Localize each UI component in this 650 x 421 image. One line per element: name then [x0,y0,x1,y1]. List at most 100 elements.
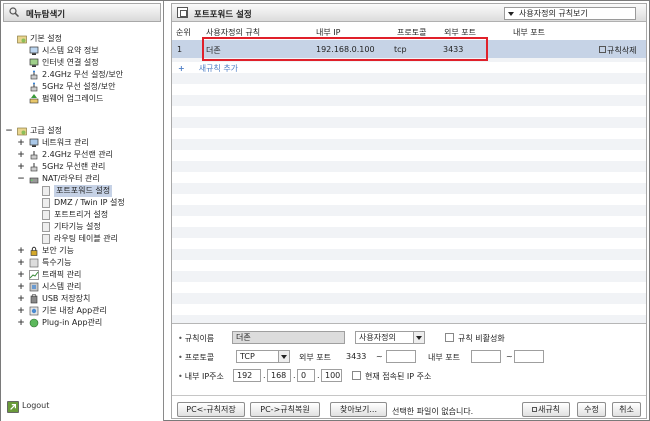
chevron-down-icon [278,351,289,362]
add-rule-link[interactable]: + 새규칙 추가 [178,63,238,74]
int-port-label: 내부 포트 [428,353,460,362]
ip-octet-4[interactable]: 100 [321,369,342,382]
menu-label: 기본 내장 App관리 [42,306,107,315]
ext-port-from-input[interactable]: 3433 [342,350,372,363]
expand-icon[interactable]: + [17,317,25,329]
current-ip-label: 현재 접속된 IP 주소 [365,372,432,381]
expand-icon[interactable]: + [17,269,25,281]
ip-octet-value: 100 [325,371,341,380]
network-icon [29,58,39,67]
page-icon [42,198,50,208]
menu-system-summary[interactable]: 시스템 요약 정보 [29,45,99,57]
expand-icon[interactable]: + [17,305,25,317]
int-port-to-input[interactable] [514,350,544,363]
cell-rank: 1 [177,45,183,54]
expand-icon[interactable]: + [17,245,25,257]
menu-wlan-5-mgmt[interactable]: +5GHz 무선랜 관리 [17,161,105,173]
ext-port-to-input[interactable] [386,350,416,363]
table-header: 순위 사용자정의 규칙 내부 IP 프로토콜 외부 포트 내부 포트 [172,24,646,38]
delete-rule-label: 규칙삭제 [607,46,637,55]
menu-misc[interactable]: 기타기능 설정 [41,221,101,233]
disable-rule-checkbox[interactable] [445,333,454,342]
view-rule-select[interactable]: 사용자정의 규칙보기 [504,7,636,20]
menu-dmz[interactable]: DMZ / Twin IP 설정 [41,197,125,209]
collapse-icon[interactable]: − [17,173,25,185]
expand-icon[interactable]: + [17,137,25,149]
page-title: 포트포워드 설정 [194,10,252,20]
menu-network-mgmt[interactable]: + 네트워크 관리 [17,137,88,149]
browse-button[interactable]: 찾아보기... [330,402,387,417]
ip-octet-2[interactable]: 168 [267,369,291,382]
main-header: 포트포워드 설정 사용자정의 규칙보기 [172,4,646,22]
menu-wlan-24-mgmt[interactable]: +2.4GHz 무선랜 관리 [17,149,113,161]
menu-wireless-24[interactable]: 2.4GHz 무선 설정/보안 [29,69,123,81]
menu-basic-settings[interactable]: 기본 설정 [17,33,62,45]
logout-link[interactable]: Logout [7,401,49,413]
menu-usb[interactable]: + USB 저장장치 [17,293,90,305]
rule-type-select[interactable]: 사용자정의 [355,331,425,344]
expand-icon[interactable]: + [17,293,25,305]
new-rule-button[interactable]: 새규칙 [522,402,570,417]
menu-security[interactable]: + 보안 기능 [17,245,74,257]
app-window: 메뉴탐색기 기본 설정 시스템 요약 정보 인터넷 연결 설정 2.4GHz 무… [0,0,650,421]
menu-label: 인터넷 연결 설정 [42,58,99,67]
expand-icon[interactable]: + [17,281,25,293]
expand-icon[interactable]: + [17,161,25,173]
menu-label: 시스템 요약 정보 [42,46,99,55]
rule-list [172,40,646,323]
ip-octet-3[interactable]: 0 [297,369,315,382]
col-internal-port[interactable]: 내부 포트 [513,27,545,38]
menu-label: 특수기능 [42,258,72,267]
rule-name-value: 더존 [236,333,251,342]
menu-label: 2.4GHz 무선랜 관리 [42,150,114,159]
special-icon [29,258,39,268]
page-icon [42,234,50,244]
menu-builtin-app[interactable]: + 기본 내장 App관리 [17,305,107,317]
protocol-select[interactable]: TCP [236,350,290,363]
menu-traffic[interactable]: + 트래픽 관리 [17,269,81,281]
restore-from-pc-button[interactable]: PC->규칙복원 [250,402,320,417]
rule-type-value: 사용자정의 [359,333,396,342]
menu-label: 5GHz 무선랜 관리 [42,162,106,171]
col-rank[interactable]: 순위 [176,27,191,38]
ip-dot: . [293,371,296,380]
cancel-button[interactable]: 취소 [612,402,641,417]
expand-icon[interactable]: + [17,149,25,161]
system-icon [29,282,39,292]
menu-port-forward[interactable]: 포트포워드 설정 [41,185,113,197]
current-ip-checkbox[interactable] [352,371,361,380]
menu-port-trigger[interactable]: 포트트리거 설정 [41,209,108,221]
expand-icon[interactable]: + [17,257,25,269]
page-icon [42,222,50,232]
menu-routing-table[interactable]: 라우팅 테이블 관리 [41,233,118,245]
menu-wireless-5[interactable]: 5GHz 무선 설정/보안 [29,81,115,93]
collapse-icon[interactable]: − [5,125,13,137]
cancel-label: 취소 [619,405,634,414]
menu-internet-setup[interactable]: 인터넷 연결 설정 [29,57,99,69]
delete-rule-button[interactable]: 규칙삭제 [599,45,636,56]
ip-octet-value: 168 [271,371,287,380]
ip-octet-1[interactable]: 192 [233,369,261,382]
save-to-pc-button[interactable]: PC<-규칙저장 [177,402,245,417]
menu-label: USB 저장장치 [42,294,91,303]
ip-dot: . [263,371,266,380]
menu-nat-router[interactable]: − NAT/라우터 관리 [17,173,100,185]
view-rule-select-value: 사용자정의 규칙보기 [519,9,588,18]
plugin-icon [29,318,39,328]
menu-label: Plug-in App관리 [42,318,103,327]
wireless-icon [30,82,38,92]
menu-system[interactable]: + 시스템 관리 [17,281,81,293]
page-icon [42,210,50,220]
menu-special[interactable]: + 특수기능 [17,257,71,269]
menu-advanced-settings[interactable]: − 고급 설정 [5,125,62,137]
menu-firmware-upgrade[interactable]: 펌웨어 업그레이드 [29,93,103,105]
modify-button[interactable]: 수정 [577,402,606,417]
menu-label: 펌웨어 업그레이드 [42,94,104,103]
menu-plugin-app[interactable]: + Plug-in App관리 [17,317,102,329]
protocol-value: TCP [240,352,255,361]
restore-from-pc-label: PC->규칙복원 [260,405,310,414]
add-rule-label: 새규칙 추가 [198,64,239,73]
rule-name-input[interactable]: 더존 [232,331,345,344]
int-port-from-input[interactable] [471,350,501,363]
menu-label: 5GHz 무선 설정/보안 [42,82,116,91]
